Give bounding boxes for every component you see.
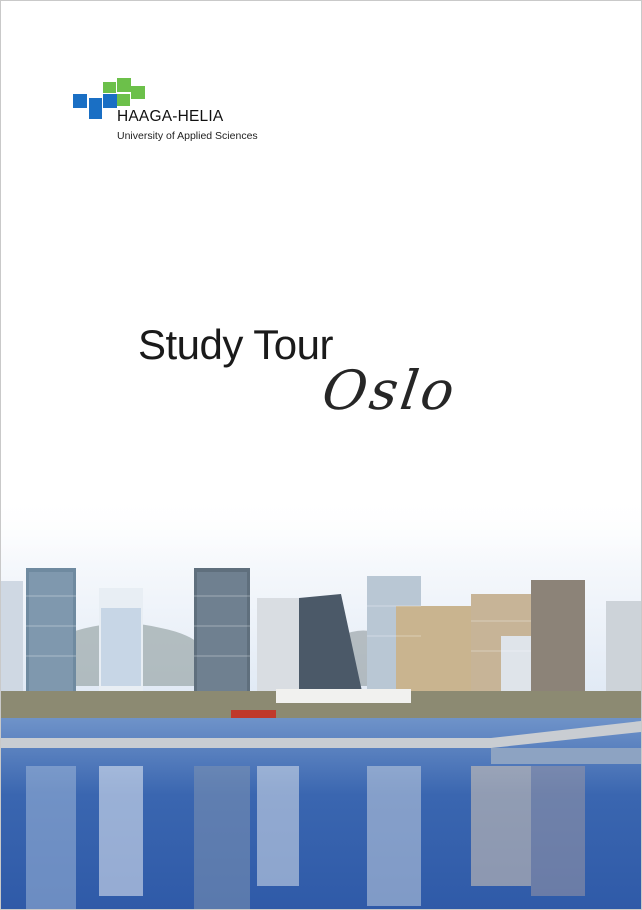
cover-subtitle: Oslo [318, 359, 462, 422]
logo-name: HAAGA-HELIA [117, 108, 224, 125]
cover-title: Study Tour [138, 321, 334, 368]
logo-subtitle: University of Applied Sciences [117, 130, 258, 142]
cover-page: HAAGA-HELIA University of Applied Scienc… [0, 0, 642, 910]
city-skyline-photo [1, 496, 641, 909]
university-logo: HAAGA-HELIA University of Applied Scienc… [73, 78, 273, 148]
